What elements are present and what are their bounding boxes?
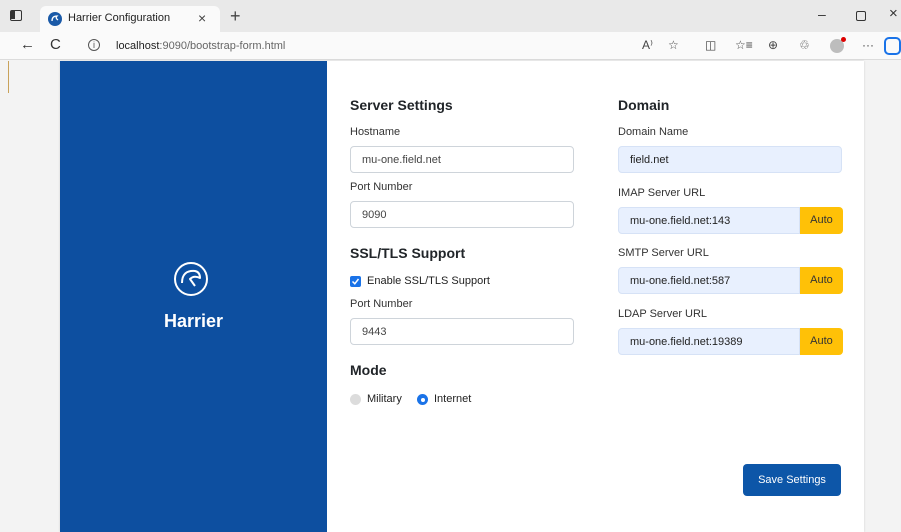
imap-auto-button[interactable]: Auto	[800, 207, 843, 234]
ssl-heading: SSL/TLS Support	[350, 245, 466, 261]
imap-url-label: IMAP Server URL	[618, 187, 706, 199]
harrier-logo-icon	[173, 261, 209, 297]
url-host: localhost	[116, 40, 160, 52]
mode-internet-label[interactable]: Internet	[434, 393, 471, 405]
hostname-label: Hostname	[350, 126, 401, 138]
maximize-icon[interactable]	[856, 11, 866, 21]
extensions-icon[interactable]: ♲	[799, 38, 810, 52]
address-bar: ← C i localhost:9090/bootstrap-form.html…	[0, 32, 901, 60]
domain-name-label: Domain Name	[618, 126, 689, 138]
browser-tab[interactable]: Harrier Configuration ×	[40, 6, 220, 32]
smtp-auto-button[interactable]: Auto	[800, 267, 843, 294]
ldap-url-input[interactable]: mu-one.field.net:19389	[618, 328, 800, 355]
browser-tab-bar: Harrier Configuration × + – ×	[0, 0, 901, 32]
settings-form: Server Settings Hostname mu-one.field.ne…	[327, 61, 864, 532]
back-icon[interactable]: ←	[20, 36, 35, 53]
favorites-icon[interactable]: ☆≡	[735, 38, 753, 52]
brand-panel: Harrier	[60, 61, 327, 532]
more-icon[interactable]: ···	[862, 38, 874, 52]
tab-title: Harrier Configuration	[68, 12, 171, 24]
profile-badge-icon	[841, 37, 846, 42]
ssl-port-input[interactable]: 9443	[350, 318, 574, 345]
server-settings-heading: Server Settings	[350, 97, 453, 113]
url-field[interactable]: i localhost:9090/bootstrap-form.html	[80, 35, 630, 57]
domain-name-input[interactable]: field.net	[618, 146, 842, 173]
mode-internet-radio[interactable]	[417, 394, 428, 405]
brand-name: Harrier	[163, 311, 224, 331]
port-number-label: Port Number	[350, 181, 413, 193]
url-text: localhost:9090/bootstrap-form.html	[116, 40, 285, 52]
window-close-icon[interactable]: ×	[889, 5, 898, 22]
split-screen-icon[interactable]: ◫	[705, 38, 716, 52]
page-edge-rule	[8, 61, 9, 93]
tab-close-icon[interactable]: ×	[198, 10, 206, 26]
mode-heading: Mode	[350, 362, 387, 378]
ssl-enable-checkbox[interactable]	[350, 276, 361, 287]
hostname-input[interactable]: mu-one.field.net	[350, 146, 574, 173]
copilot-icon[interactable]	[884, 37, 901, 55]
domain-heading: Domain	[618, 97, 670, 113]
harrier-favicon-icon	[48, 12, 62, 26]
ssl-port-label: Port Number	[350, 298, 413, 310]
ssl-enable-label[interactable]: Enable SSL/TLS Support	[367, 275, 490, 287]
favorite-icon[interactable]: ☆	[668, 38, 679, 52]
page-viewport: Harrier Server Settings Hostname mu-one.…	[0, 61, 901, 532]
ldap-auto-button[interactable]: Auto	[800, 328, 843, 355]
ldap-url-label: LDAP Server URL	[618, 308, 708, 320]
mode-military-label[interactable]: Military	[367, 393, 402, 405]
collections-icon[interactable]: ⊕	[768, 38, 778, 52]
settings-card: Harrier Server Settings Hostname mu-one.…	[60, 61, 864, 532]
reload-icon[interactable]: C	[50, 36, 61, 53]
new-tab-icon[interactable]: +	[230, 6, 241, 27]
minimize-icon[interactable]: –	[818, 6, 826, 22]
read-aloud-icon[interactable]: A⁾	[642, 38, 653, 52]
imap-url-input[interactable]: mu-one.field.net:143	[618, 207, 800, 234]
port-number-input[interactable]: 9090	[350, 201, 574, 228]
save-settings-button[interactable]: Save Settings	[743, 464, 841, 496]
mode-military-radio[interactable]	[350, 394, 361, 405]
url-path: :9090/bootstrap-form.html	[159, 40, 286, 52]
site-info-icon[interactable]: i	[88, 39, 100, 51]
smtp-url-input[interactable]: mu-one.field.net:587	[618, 267, 800, 294]
smtp-url-label: SMTP Server URL	[618, 247, 709, 259]
tab-actions-icon[interactable]	[10, 10, 22, 21]
